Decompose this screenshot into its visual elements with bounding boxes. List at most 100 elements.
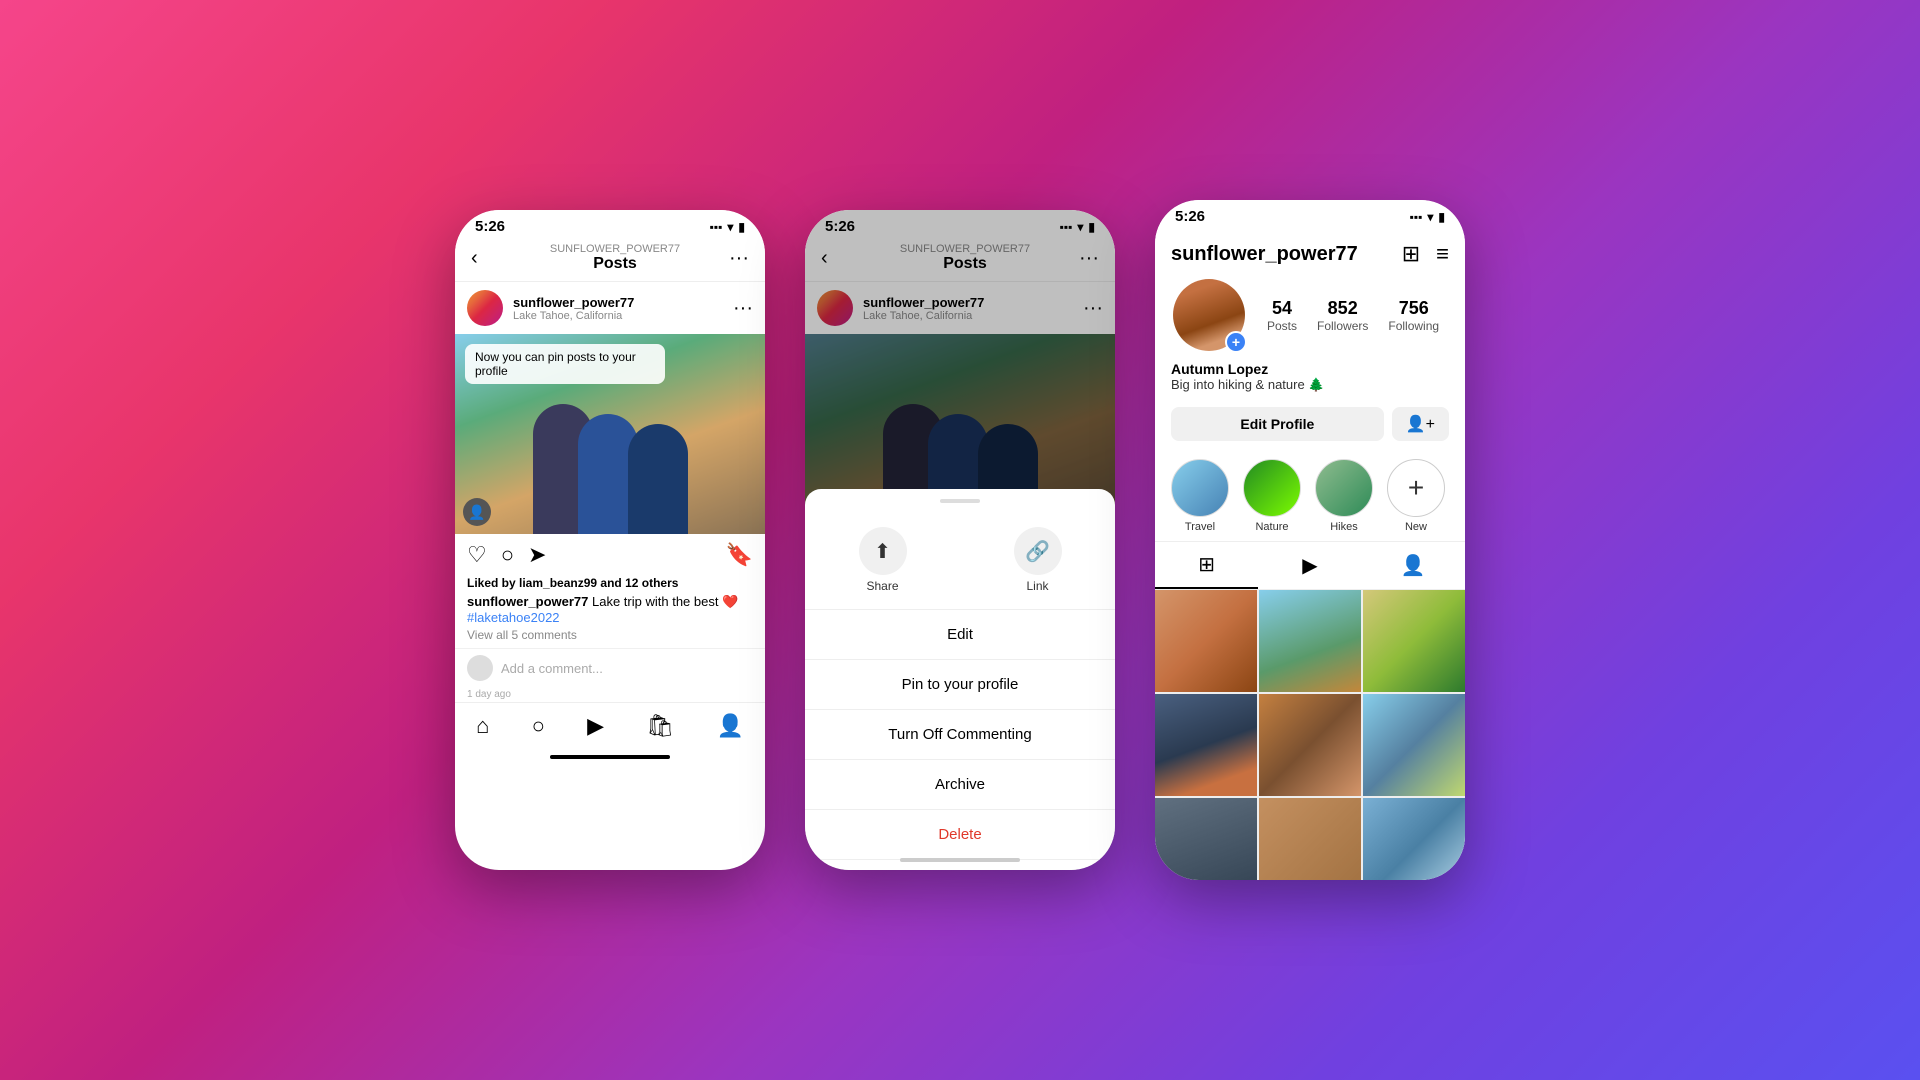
- grid-photo-7[interactable]: [1155, 798, 1257, 880]
- status-icons-3: ▪▪▪ ▾ ▮: [1410, 210, 1445, 224]
- profile-header: sunflower_power77 ⊞ ≡ + 54 Posts 852 Fol…: [1155, 229, 1465, 361]
- liked-by: Liked by liam_beanz99 and 12 others: [467, 576, 753, 590]
- tab-grid[interactable]: ⊞: [1155, 542, 1258, 589]
- menu-icon[interactable]: ≡: [1436, 241, 1449, 267]
- sheet-icon-row: ⬆ Share 🔗 Link: [805, 511, 1115, 610]
- profile-top-icons: ⊞ ≡: [1402, 241, 1449, 267]
- profile-tab-bar: ⊞ ▶ 👤: [1155, 541, 1465, 590]
- home-nav-icon[interactable]: ⌂: [476, 713, 489, 739]
- post-timestamp: 1 day ago: [455, 687, 765, 702]
- comment-input[interactable]: Add a comment...: [501, 661, 603, 676]
- post-caption: sunflower_power77 Lake trip with the bes…: [467, 594, 753, 625]
- highlight-label-travel: Travel: [1185, 521, 1215, 533]
- profile-actions: Edit Profile 👤+: [1155, 401, 1465, 451]
- link-button[interactable]: 🔗 Link: [960, 519, 1115, 601]
- comment-box-1: Add a comment...: [455, 648, 765, 687]
- link-icon-circle: 🔗: [1014, 527, 1062, 575]
- share-button[interactable]: ⬆ Share: [805, 519, 960, 601]
- post-more-1[interactable]: ···: [733, 297, 753, 320]
- phone-1: 5:26 ▪▪▪ ▾ ▮ ‹ SUNFLOWER_POWER77 Posts ·…: [455, 210, 765, 870]
- edit-profile-button[interactable]: Edit Profile: [1171, 407, 1384, 441]
- signal-icon: ▪▪▪: [710, 220, 723, 234]
- tab-tagged[interactable]: 👤: [1362, 542, 1465, 589]
- turn-off-commenting-item[interactable]: Turn Off Commenting: [805, 710, 1115, 760]
- followers-stat[interactable]: 852 Followers: [1317, 298, 1368, 333]
- archive-menu-item[interactable]: Archive: [805, 760, 1115, 810]
- status-icons-1: ▪▪▪ ▾ ▮: [710, 220, 745, 234]
- highlight-circle-travel: [1171, 459, 1229, 517]
- share-label: Share: [866, 579, 898, 593]
- bookmark-icon[interactable]: 🔖: [726, 542, 753, 568]
- hashtag[interactable]: #laketahoe2022: [467, 610, 560, 625]
- image-people: [455, 384, 765, 534]
- posts-stat[interactable]: 54 Posts: [1267, 298, 1297, 333]
- post-image-1: Now you can pin posts to your profile 👤: [455, 334, 765, 534]
- reels-nav-icon[interactable]: ▶: [587, 713, 604, 739]
- posts-label: Posts: [1267, 319, 1297, 333]
- grid-photo-5[interactable]: [1259, 694, 1361, 796]
- highlight-travel[interactable]: Travel: [1171, 459, 1229, 533]
- status-bar-3: 5:26 ▪▪▪ ▾ ▮: [1155, 200, 1465, 229]
- like-icon[interactable]: ♡: [467, 542, 487, 568]
- posts-count: 54: [1267, 298, 1297, 319]
- highlight-circle-new: +: [1387, 459, 1445, 517]
- back-button-1[interactable]: ‹: [471, 247, 501, 270]
- add-person-button[interactable]: 👤+: [1392, 407, 1449, 441]
- profile-top: sunflower_power77 ⊞ ≡: [1171, 241, 1449, 267]
- share-icon[interactable]: ➤: [528, 542, 546, 568]
- grid-photo-3[interactable]: [1363, 590, 1465, 692]
- search-nav-icon[interactable]: ○: [532, 713, 545, 739]
- tag-user-icon: 👤: [463, 498, 491, 526]
- shop-nav-icon[interactable]: 🛍: [646, 713, 674, 739]
- following-label: Following: [1388, 319, 1439, 333]
- comment-icon[interactable]: ○: [501, 542, 514, 568]
- profile-nav-icon[interactable]: 👤: [716, 713, 743, 739]
- highlight-circle-hikes: [1315, 459, 1373, 517]
- tab-reels[interactable]: ▶: [1258, 542, 1361, 589]
- comment-avatar: [467, 655, 493, 681]
- person-3: [628, 424, 688, 534]
- phone-2: 5:26 ▪▪▪ ▾ ▮ ‹ SUNFLOWER_POWER77 Posts ·…: [805, 210, 1115, 870]
- bottom-nav-1: ⌂ ○ ▶ 🛍 👤: [455, 702, 765, 747]
- pin-tooltip: Now you can pin posts to your profile: [465, 344, 665, 384]
- link-label: Link: [1026, 579, 1048, 593]
- battery-icon-3: ▮: [1438, 210, 1445, 224]
- grid-photo-2[interactable]: [1259, 590, 1361, 692]
- grid-photo-4[interactable]: [1155, 694, 1257, 796]
- followers-count: 852: [1317, 298, 1368, 319]
- caption-username[interactable]: sunflower_power77: [467, 594, 588, 609]
- bio-text: Big into hiking & nature 🌲: [1171, 377, 1449, 393]
- photo-grid: [1155, 590, 1465, 880]
- add-story-badge[interactable]: +: [1225, 331, 1247, 353]
- signal-icon-3: ▪▪▪: [1410, 210, 1423, 224]
- wifi-icon: ▾: [727, 220, 733, 234]
- grid-photo-8[interactable]: [1259, 798, 1361, 880]
- post-info-1: Liked by liam_beanz99 and 12 others sunf…: [455, 576, 765, 648]
- home-bar: [550, 755, 670, 759]
- more-options-1[interactable]: ···: [729, 247, 749, 270]
- bio-section: Autumn Lopez Big into hiking & nature 🌲: [1155, 361, 1465, 401]
- highlight-circle-nature: [1243, 459, 1301, 517]
- grid-photo-9[interactable]: [1363, 798, 1465, 880]
- add-post-icon[interactable]: ⊞: [1402, 241, 1420, 267]
- edit-menu-item[interactable]: Edit: [805, 610, 1115, 660]
- grid-photo-6[interactable]: [1363, 694, 1465, 796]
- highlight-label-nature: Nature: [1255, 521, 1288, 533]
- post-actions-1: ♡ ○ ➤ 🔖: [455, 534, 765, 576]
- highlight-label-hikes: Hikes: [1330, 521, 1358, 533]
- battery-icon: ▮: [738, 220, 745, 234]
- following-stat[interactable]: 756 Following: [1388, 298, 1439, 333]
- nav-title-1: Posts: [593, 255, 637, 273]
- highlight-nature[interactable]: Nature: [1243, 459, 1301, 533]
- home-bar-2: [900, 858, 1020, 862]
- post-username-1[interactable]: sunflower_power77: [513, 295, 723, 310]
- time-3: 5:26: [1175, 208, 1205, 225]
- grid-photo-1[interactable]: [1155, 590, 1257, 692]
- profile-stats: + 54 Posts 852 Followers 756 Following: [1171, 277, 1449, 353]
- liker-username[interactable]: liam_beanz99: [519, 576, 597, 590]
- post-avatar-1: [467, 290, 503, 326]
- pin-menu-item[interactable]: Pin to your profile: [805, 660, 1115, 710]
- view-comments[interactable]: View all 5 comments: [467, 628, 753, 642]
- highlight-hikes[interactable]: Hikes: [1315, 459, 1373, 533]
- highlight-new[interactable]: + New: [1387, 459, 1445, 533]
